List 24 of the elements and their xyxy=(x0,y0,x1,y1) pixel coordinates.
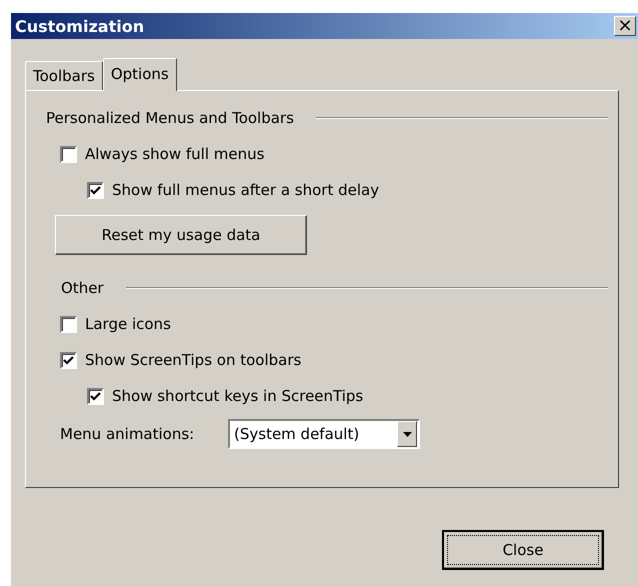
check-icon xyxy=(62,354,75,366)
check-icon xyxy=(89,184,102,196)
tab[interactable]: Toolbars xyxy=(25,61,103,90)
checkbox-label[interactable]: Show full menus after a short delay xyxy=(112,181,380,199)
check-icon xyxy=(89,390,102,402)
window-title: Customization xyxy=(15,16,144,36)
checkbox[interactable] xyxy=(87,388,104,404)
checkbox[interactable] xyxy=(60,352,77,368)
checkbox[interactable] xyxy=(87,182,104,198)
checkbox-label[interactable]: Always show full menus xyxy=(85,145,264,163)
checkbox-label[interactable]: Show ScreenTips on toolbars xyxy=(85,351,302,369)
tab[interactable]: Options xyxy=(102,58,177,91)
dropdown-label: Menu animations: xyxy=(60,425,196,443)
close-button[interactable]: × xyxy=(614,16,636,36)
close-dialog-button[interactable]: Close xyxy=(442,530,604,570)
reset-button[interactable]: Reset my usage data xyxy=(55,215,307,255)
checkbox[interactable] xyxy=(60,316,77,332)
dropdown[interactable]: (System default) xyxy=(228,419,420,449)
group-heading: Personalized Menus and Toolbars xyxy=(46,109,294,127)
checkbox-label[interactable]: Show shortcut keys in ScreenTips xyxy=(112,387,364,405)
checkbox[interactable] xyxy=(60,146,77,162)
group-heading: Other xyxy=(61,279,104,297)
checkbox-label[interactable]: Large icons xyxy=(85,315,171,333)
dropdown-arrow-icon xyxy=(402,432,412,436)
